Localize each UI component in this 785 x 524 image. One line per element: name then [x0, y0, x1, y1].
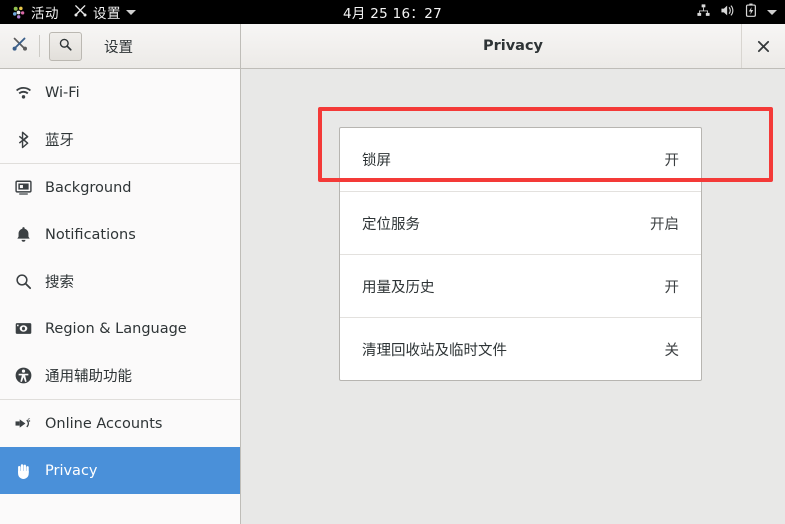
sidebar-item-label: Wi-Fi	[45, 84, 80, 101]
sidebar-item-label: 蓝牙	[45, 133, 74, 149]
privacy-row-location-services[interactable]: 定位服务 开启	[340, 191, 701, 254]
bluetooth-icon	[13, 130, 33, 150]
bell-icon	[13, 225, 33, 245]
search-icon	[58, 37, 73, 56]
sidebar-item-search[interactable]: 搜索	[0, 258, 240, 305]
privacy-settings-list: 锁屏 开 定位服务 开启 用量及历史 开 清理回收站及临时文件 关	[339, 127, 702, 381]
settings-window: 设置 Privacy Wi-Fi 蓝牙 Background Notificat…	[0, 24, 785, 524]
wifi-icon	[13, 83, 33, 103]
status-menu-chevron-down-icon[interactable]	[767, 9, 777, 15]
screen-root: 活动 设置 4月 25 16：27 设置 Privacy Wi-Fi 蓝牙 Ba…	[0, 0, 785, 524]
tools-icon	[73, 3, 88, 22]
row-value: 开	[664, 153, 680, 169]
hand-icon	[13, 461, 33, 481]
clock-label[interactable]: 4月 25 16：27	[343, 2, 442, 22]
chevron-down-icon	[126, 9, 136, 15]
settings-sidebar[interactable]: Wi-Fi 蓝牙 Background Notifications 搜索 Reg…	[0, 69, 241, 524]
sidebar-item-notifications[interactable]: Notifications	[0, 211, 240, 258]
header-left-section: 设置	[0, 24, 241, 68]
search-icon	[13, 272, 33, 292]
row-value: 关	[664, 342, 680, 359]
sidebar-item-wifi[interactable]: Wi-Fi	[0, 69, 240, 116]
svg-text:s: s	[27, 418, 30, 424]
battery-charging-icon	[745, 3, 758, 22]
row-label: 清理回收站及临时文件	[362, 342, 507, 359]
sidebar-item-background[interactable]: Background	[0, 164, 240, 211]
close-icon	[757, 40, 770, 52]
sidebar-item-label: 搜索	[45, 275, 74, 291]
sidebar-item-bluetooth[interactable]: 蓝牙	[0, 116, 240, 163]
row-label: 定位服务	[362, 216, 420, 233]
sidebar-item-privacy[interactable]: Privacy	[0, 447, 240, 494]
row-value: 开启	[650, 216, 679, 233]
sidebar-item-label: Region & Language	[45, 320, 187, 337]
activities-label: 活动	[31, 6, 59, 22]
row-label: 锁屏	[362, 153, 391, 169]
sidebar-item-label: Notifications	[45, 226, 136, 243]
region-language-icon	[13, 319, 33, 339]
system-top-bar: 活动 设置 4月 25 16：27	[0, 0, 785, 24]
activities-button[interactable]: 活动	[7, 0, 63, 24]
panel-title: Privacy	[482, 38, 544, 54]
privacy-row-usage-history[interactable]: 用量及历史 开	[340, 254, 701, 317]
gnome-footprint-icon	[11, 5, 26, 20]
window-header-bar: 设置 Privacy	[0, 24, 785, 69]
background-icon	[13, 178, 33, 198]
app-menu-button[interactable]: 设置	[69, 0, 140, 24]
sidebar-item-region-language[interactable]: Region & Language	[0, 305, 240, 352]
sidebar-item-label: Background	[45, 179, 132, 196]
header-separator	[39, 35, 40, 57]
row-label: 用量及历史	[362, 279, 435, 296]
app-title: 设置	[104, 39, 133, 56]
sidebar-item-universal-access[interactable]: 通用辅助功能	[0, 352, 240, 399]
header-right-section: Privacy	[241, 24, 785, 68]
close-button[interactable]	[741, 24, 785, 68]
sidebar-item-label: Online Accounts	[45, 415, 163, 432]
online-accounts-icon: s	[13, 414, 33, 434]
accessibility-icon	[13, 366, 33, 386]
row-value: 开	[664, 279, 680, 296]
sidebar-item-label: 通用辅助功能	[45, 369, 132, 385]
top-bar-status-group[interactable]	[696, 0, 777, 24]
network-wired-icon	[696, 3, 711, 22]
privacy-panel-content: 锁屏 开 定位服务 开启 用量及历史 开 清理回收站及临时文件 关	[241, 69, 785, 524]
tools-icon	[10, 34, 30, 58]
search-button[interactable]	[49, 31, 82, 61]
privacy-row-lock-screen[interactable]: 锁屏 开	[340, 128, 701, 191]
top-bar-left-group: 活动 设置	[0, 0, 140, 24]
app-menu-label: 设置	[93, 6, 121, 22]
sidebar-item-label: Privacy	[45, 462, 98, 479]
sidebar-item-online-accounts[interactable]: s Online Accounts	[0, 400, 240, 447]
privacy-row-purge-trash-temp[interactable]: 清理回收站及临时文件 关	[340, 317, 701, 380]
volume-icon	[720, 3, 736, 22]
